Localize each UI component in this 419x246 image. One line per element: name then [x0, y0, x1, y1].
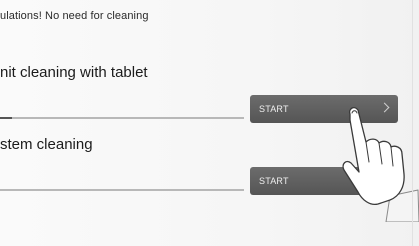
start-button-label: START	[259, 104, 289, 114]
system-cleaning-progress-bar	[0, 189, 244, 191]
unit-cleaning-progress-bar	[0, 117, 244, 119]
start-button-label: START	[259, 176, 289, 186]
unit-cleaning-title: nit cleaning with tablet	[0, 64, 148, 81]
unit-cleaning-progress-fill	[0, 117, 12, 119]
system-cleaning-title: stem cleaning	[0, 136, 93, 153]
status-message: ulations! No need for cleaning	[0, 10, 149, 22]
cleaning-panel: ulations! No need for cleaning nit clean…	[0, 0, 419, 246]
pointing-hand-icon	[342, 107, 419, 222]
